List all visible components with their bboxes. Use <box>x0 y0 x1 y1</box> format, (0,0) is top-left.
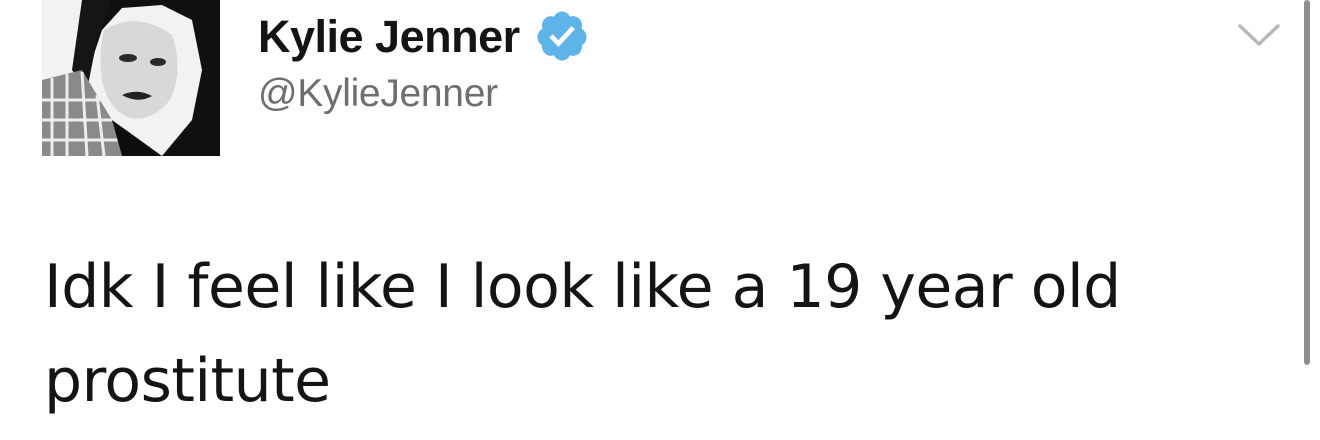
author-handle[interactable]: @KylieJenner <box>258 74 498 113</box>
avatar[interactable] <box>42 0 220 156</box>
chevron-down-icon[interactable] <box>1236 20 1282 50</box>
tweet-card: Kylie Jenner @KylieJenner Idk I feel lik… <box>0 0 1320 440</box>
scrollbar[interactable] <box>1304 0 1310 365</box>
verified-badge-icon <box>537 11 587 61</box>
author-row: Kylie Jenner <box>258 6 590 66</box>
display-name[interactable]: Kylie Jenner <box>258 14 520 59</box>
tweet-text: Idk I feel like I look like a 19 year ol… <box>44 252 1121 416</box>
